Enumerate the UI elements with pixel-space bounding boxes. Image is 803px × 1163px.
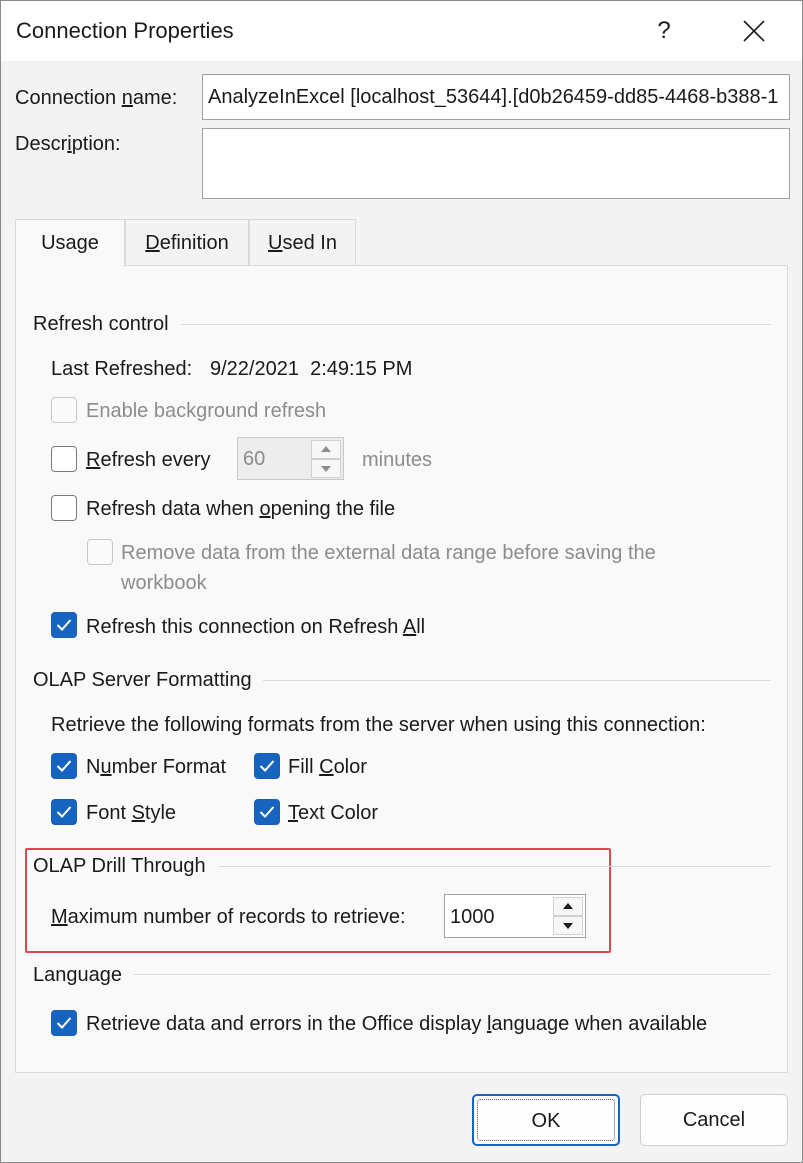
retrieve-language-checkbox[interactable] [51, 1010, 77, 1036]
connection-name-input[interactable]: AnalyzeInExcel [localhost_53644].[d0b264… [202, 74, 790, 120]
olap-formatting-heading: OLAP Server Formatting [33, 669, 252, 691]
refresh-every-label: Refresh every [86, 449, 211, 471]
tab-definition[interactable]: Definition [125, 219, 249, 265]
refresh-minutes-value: 60 [243, 448, 266, 470]
minutes-label: minutes [362, 449, 433, 471]
checkmark-icon [56, 760, 72, 772]
last-refreshed-label: Last Refreshed: [51, 358, 193, 380]
group-divider [133, 974, 771, 975]
refresh-minutes-stepper[interactable]: 60 [237, 437, 344, 480]
group-divider [263, 680, 771, 681]
last-refreshed-value: 9/22/2021 2:49:15 PM [210, 358, 413, 380]
group-divider [219, 866, 771, 867]
font-style-label: Font Style [86, 802, 177, 824]
close-icon [743, 20, 765, 42]
fill-color-checkbox[interactable] [254, 753, 280, 779]
checkmark-icon [259, 806, 275, 818]
max-records-down-button[interactable] [553, 916, 583, 935]
refresh-minutes-up-button[interactable] [311, 440, 341, 459]
refresh-on-open-label: Refresh data when opening the file [86, 498, 396, 520]
connection-name-value: AnalyzeInExcel [localhost_53644].[d0b264… [208, 86, 779, 108]
arrow-up-icon [321, 446, 331, 452]
max-records-up-button[interactable] [553, 897, 583, 916]
tab-used-in[interactable]: Used In [249, 219, 356, 265]
retrieve-language-label: Retrieve data and errors in the Office d… [86, 1013, 708, 1035]
text-color-checkbox[interactable] [254, 799, 280, 825]
ok-button[interactable]: OK [472, 1094, 620, 1146]
checkmark-icon [259, 760, 275, 772]
arrow-up-icon [563, 903, 573, 909]
description-input[interactable] [202, 128, 790, 199]
max-records-value: 1000 [450, 906, 495, 928]
ok-button-label: OK [477, 1099, 615, 1141]
fill-color-label: Fill Color [288, 756, 367, 778]
group-divider [181, 324, 771, 325]
checkmark-icon [56, 806, 72, 818]
checkmark-icon [56, 619, 72, 631]
olap-formatting-description: Retrieve the following formats from the … [51, 714, 706, 736]
tab-usage[interactable]: Usage [15, 219, 125, 267]
checkmark-icon [56, 1017, 72, 1029]
dialog-title: Connection Properties [16, 18, 234, 43]
enable-background-refresh-checkbox[interactable] [51, 397, 77, 423]
font-style-checkbox[interactable] [51, 799, 77, 825]
refresh-on-open-checkbox[interactable] [51, 495, 77, 521]
tab-definition-label: Definition [145, 232, 229, 254]
title-bar: Connection Properties ? [1, 1, 802, 61]
refresh-on-refresh-all-checkbox[interactable] [51, 612, 77, 638]
number-format-checkbox[interactable] [51, 753, 77, 779]
refresh-control-heading: Refresh control [33, 313, 169, 335]
max-records-label: Maximum number of records to retrieve: [51, 906, 406, 928]
olap-drill-through-heading: OLAP Drill Through [33, 855, 206, 877]
arrow-down-icon [321, 466, 331, 472]
refresh-minutes-down-button[interactable] [311, 459, 341, 478]
tab-usage-label: Usage [41, 232, 99, 254]
description-label: Description: [15, 133, 121, 155]
help-button[interactable]: ? [637, 9, 691, 53]
number-format-label: Number Format [86, 756, 227, 778]
connection-name-label: Connection name: [15, 87, 178, 109]
refresh-every-checkbox[interactable] [51, 446, 77, 472]
cancel-button[interactable]: Cancel [640, 1094, 788, 1146]
language-heading: Language [33, 964, 122, 986]
enable-background-refresh-label: Enable background refresh [86, 400, 327, 422]
remove-data-label-line2: workbook [121, 572, 207, 594]
remove-data-label-line1: Remove data from the external data range… [121, 542, 656, 564]
connection-properties-dialog: Connection Properties ? Connection name:… [0, 0, 803, 1163]
remove-data-checkbox[interactable] [87, 539, 113, 565]
arrow-down-icon [563, 923, 573, 929]
max-records-stepper[interactable]: 1000 [444, 894, 586, 938]
refresh-on-refresh-all-label: Refresh this connection on Refresh All [86, 616, 426, 638]
close-button[interactable] [727, 9, 781, 53]
tab-used-in-label: Used In [268, 232, 337, 254]
text-color-label: Text Color [288, 802, 379, 824]
